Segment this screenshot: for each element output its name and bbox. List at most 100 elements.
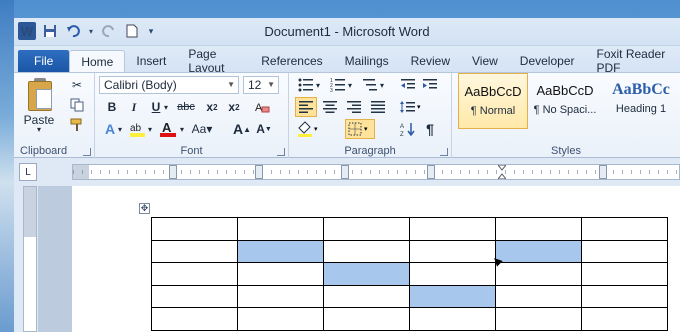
- style-normal[interactable]: AaBbCcD ¶ Normal: [458, 73, 528, 129]
- copy-icon[interactable]: [66, 95, 88, 115]
- table-cell[interactable]: [237, 284, 324, 308]
- table-cell-selected[interactable]: [409, 284, 496, 308]
- numbering-dropdown-icon[interactable]: ▾: [345, 75, 355, 95]
- shading-icon[interactable]: ▾: [295, 119, 323, 139]
- font-size-value: 12: [248, 78, 262, 92]
- ruler-column-marker[interactable]: [169, 165, 177, 179]
- table-cell[interactable]: [151, 217, 238, 241]
- highlight-dropdown-icon[interactable]: ▾: [145, 119, 155, 139]
- table-cell[interactable]: [581, 284, 668, 308]
- tab-references[interactable]: References: [250, 50, 333, 72]
- table-cell[interactable]: [151, 262, 238, 286]
- table-cell[interactable]: [237, 217, 324, 241]
- shrink-font-icon[interactable]: A ▼: [253, 119, 275, 139]
- table-cell-selected[interactable]: [323, 262, 410, 286]
- tab-page-layout[interactable]: Page Layout: [177, 47, 250, 75]
- table-cell[interactable]: [151, 284, 238, 308]
- underline-dropdown-icon[interactable]: ▾: [161, 97, 171, 117]
- table-row[interactable]: [151, 307, 668, 331]
- ruler-column-marker[interactable]: [255, 165, 263, 179]
- clear-formatting-icon[interactable]: A: [251, 97, 273, 117]
- table-cell[interactable]: [409, 307, 496, 331]
- table-cell[interactable]: [323, 239, 410, 263]
- decrease-indent-icon[interactable]: [397, 75, 419, 95]
- style-heading-1-sample: AaBbCc: [612, 81, 670, 98]
- table-cell[interactable]: [581, 239, 668, 263]
- subscript-icon[interactable]: x2: [201, 97, 223, 117]
- tab-insert[interactable]: Insert: [125, 50, 177, 72]
- ruler-column-marker[interactable]: [427, 165, 435, 179]
- table-cell[interactable]: [581, 307, 668, 331]
- align-left-icon[interactable]: [295, 97, 317, 117]
- table-cell-selected[interactable]: [237, 239, 324, 263]
- tab-view[interactable]: View: [461, 50, 509, 72]
- table-cell-selected[interactable]: [495, 239, 582, 263]
- tab-selector-icon[interactable]: L: [19, 163, 37, 181]
- font-dialog-launcher-icon[interactable]: [277, 148, 285, 156]
- table-cell[interactable]: [581, 262, 668, 286]
- table-cell[interactable]: [323, 307, 410, 331]
- svg-text:▾: ▾: [364, 126, 368, 133]
- paragraph-dialog-launcher-icon[interactable]: [440, 148, 448, 156]
- table-cell[interactable]: [323, 217, 410, 241]
- style-heading-1[interactable]: AaBbCc Heading 1: [602, 73, 680, 129]
- justify-icon[interactable]: [367, 97, 389, 117]
- bullets-dropdown-icon[interactable]: ▾: [313, 75, 323, 95]
- vertical-ruler[interactable]: [23, 186, 37, 332]
- style-no-spacing[interactable]: AaBbCcD ¶ No Spaci...: [530, 73, 600, 129]
- table-cell[interactable]: [151, 239, 238, 263]
- table-row[interactable]: [151, 217, 668, 241]
- font-size-combo[interactable]: 12 ▼: [243, 76, 279, 94]
- italic-icon[interactable]: I: [123, 97, 145, 117]
- text-effects-dropdown-icon[interactable]: ▾: [115, 119, 125, 139]
- show-formatting-marks-icon[interactable]: ¶: [419, 119, 441, 139]
- table-cell[interactable]: [495, 217, 582, 241]
- table-move-handle-icon[interactable]: ✥: [139, 203, 150, 214]
- ruler-column-marker[interactable]: [341, 165, 349, 179]
- table-cell[interactable]: [581, 217, 668, 241]
- center-icon[interactable]: [319, 97, 341, 117]
- strikethrough-icon[interactable]: abc: [175, 97, 197, 117]
- format-painter-icon[interactable]: [66, 115, 88, 135]
- sort-icon[interactable]: AZ: [397, 119, 419, 139]
- table-cell[interactable]: [237, 262, 324, 286]
- tab-file[interactable]: File: [18, 50, 70, 72]
- tab-home[interactable]: Home: [69, 50, 126, 72]
- bold-icon[interactable]: B: [101, 97, 123, 117]
- line-spacing-icon[interactable]: ▾: [397, 97, 425, 117]
- table-cell[interactable]: [151, 307, 238, 331]
- change-case-icon[interactable]: Aa▾: [189, 119, 215, 139]
- increase-indent-icon[interactable]: [419, 75, 441, 95]
- tab-foxit-reader-pdf[interactable]: Foxit Reader PDF: [586, 47, 680, 75]
- font-name-combo[interactable]: Calibri (Body) ▼: [99, 76, 239, 94]
- multilevel-list-dropdown-icon[interactable]: ▾: [377, 75, 387, 95]
- table-cell[interactable]: [495, 284, 582, 308]
- table-cell[interactable]: [495, 262, 582, 286]
- document-table[interactable]: [151, 217, 668, 331]
- svg-text:A: A: [400, 124, 404, 130]
- ruler-indent-marker[interactable]: [496, 164, 508, 180]
- font-color-dropdown-icon[interactable]: ▾: [177, 119, 187, 139]
- table-cell[interactable]: [495, 307, 582, 331]
- table-cell[interactable]: [323, 284, 410, 308]
- font-color-icon[interactable]: A: [157, 119, 179, 139]
- table-row[interactable]: [151, 284, 668, 308]
- table-cell[interactable]: [409, 262, 496, 286]
- table-cell[interactable]: [237, 307, 324, 331]
- table-cell[interactable]: [409, 239, 496, 263]
- table-row[interactable]: [151, 239, 668, 263]
- paste-button[interactable]: Paste ▾: [18, 75, 60, 137]
- table-row[interactable]: [151, 262, 668, 286]
- tab-developer[interactable]: Developer: [509, 50, 586, 72]
- tab-mailings[interactable]: Mailings: [334, 50, 400, 72]
- cut-icon[interactable]: ✂: [66, 75, 88, 95]
- borders-icon[interactable]: ▾: [345, 119, 375, 139]
- ruler-column-marker[interactable]: [599, 165, 607, 179]
- align-right-icon[interactable]: [343, 97, 365, 117]
- grow-font-icon[interactable]: A ▲: [231, 119, 253, 139]
- tab-review[interactable]: Review: [400, 50, 461, 72]
- horizontal-ruler[interactable]: [72, 164, 680, 180]
- superscript-icon[interactable]: x2: [223, 97, 245, 117]
- table-cell[interactable]: [409, 217, 496, 241]
- clipboard-dialog-launcher-icon[interactable]: [83, 148, 91, 156]
